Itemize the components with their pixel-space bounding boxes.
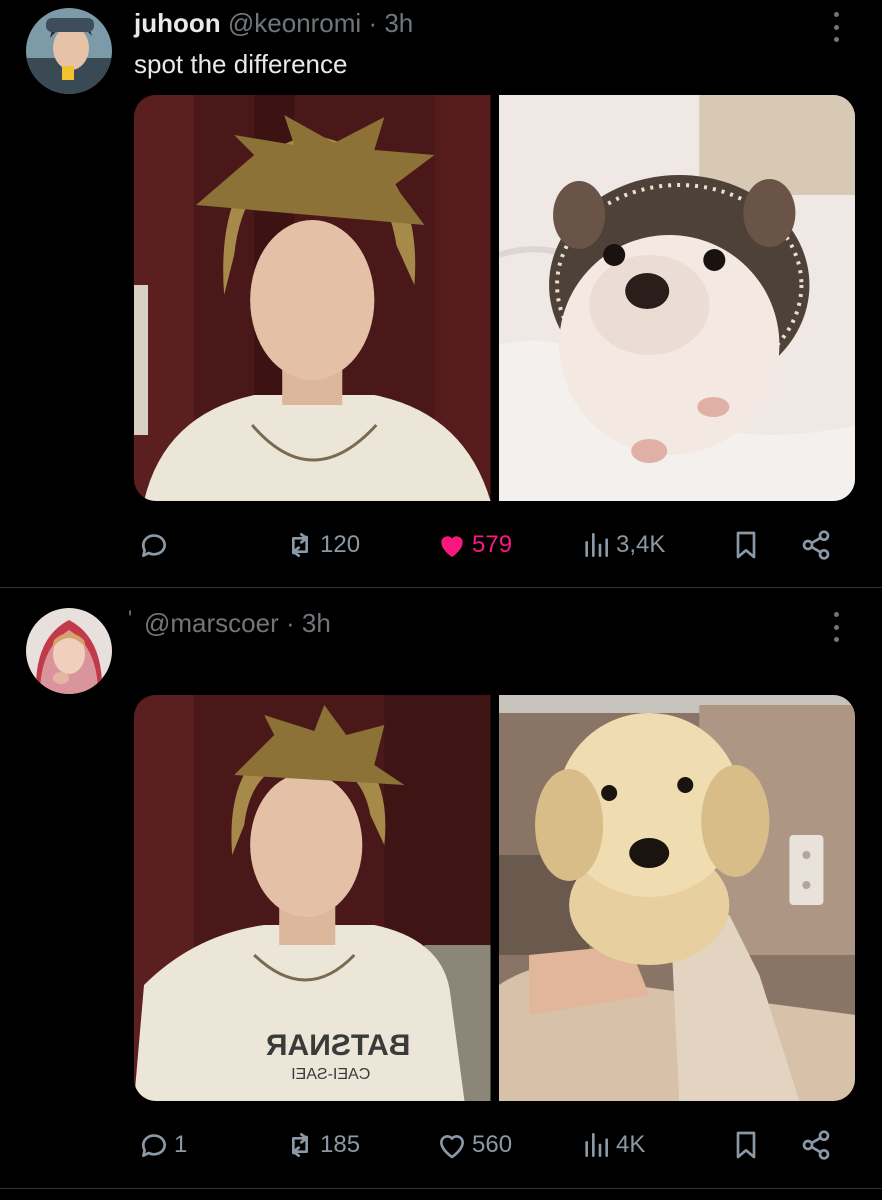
media-grid[interactable]: BATSNAR CAEI-SAEI — [134, 695, 855, 1101]
like-button[interactable]: 579 — [436, 525, 512, 565]
reply-button[interactable] — [138, 525, 174, 565]
heart-icon — [440, 1135, 464, 1159]
share-button[interactable] — [800, 1125, 832, 1165]
retweet-button[interactable]: 120 — [284, 525, 360, 565]
user-handle[interactable]: @marscoer — [144, 608, 279, 638]
media-photo-person[interactable]: BATSNAR CAEI-SAEI — [134, 695, 491, 1101]
reply-button[interactable]: 1 — [138, 1125, 187, 1165]
display-name[interactable]: juhoon — [134, 8, 221, 38]
bookmark-button[interactable] — [730, 525, 762, 565]
tweet-text: spot the difference — [134, 49, 348, 79]
share-button[interactable] — [800, 525, 832, 565]
svg-text:BATSNAR: BATSNAR — [265, 1029, 410, 1062]
view-count: 3,4K — [616, 531, 666, 558]
view-count: 4K — [616, 1131, 646, 1158]
avatar[interactable] — [26, 608, 112, 694]
action-bar: 1 185 560 4K — [134, 1125, 844, 1165]
avatar[interactable] — [26, 8, 112, 94]
user-handle[interactable]: @keonromi — [228, 8, 361, 38]
separator: · — [368, 8, 378, 38]
timestamp[interactable]: 3h — [302, 608, 331, 638]
media-photo-puppy[interactable] — [498, 695, 855, 1101]
like-button[interactable]: 560 — [436, 1125, 512, 1165]
retweet-arrows-icon — [292, 1133, 308, 1157]
tweet-header: juhoon @keonromi · 3h — [134, 8, 413, 38]
like-count: 560 — [472, 1131, 513, 1158]
handle-tick: ' — [128, 606, 133, 631]
separator: · — [285, 608, 295, 638]
tweet[interactable]: ' @marscoer · 3h BATSNAR CAEI-SAEI 1 185… — [0, 588, 882, 1188]
timestamp[interactable]: 3h — [384, 8, 413, 38]
bookmark-icon — [736, 1131, 756, 1159]
speech-bubble-icon — [141, 534, 166, 557]
more-options-icon[interactable] — [822, 612, 850, 642]
svg-text:CAEI-SAEI: CAEI-SAEI — [291, 1066, 370, 1083]
tweet[interactable]: juhoon @keonromi · 3h spot the differenc… — [0, 0, 882, 587]
speech-bubble-icon — [141, 1134, 166, 1157]
views-button[interactable]: 3,4K — [580, 525, 665, 565]
bar-chart-icon — [585, 533, 608, 557]
bookmark-button[interactable] — [730, 1125, 762, 1165]
heart-icon — [441, 536, 463, 557]
retweet-count: 120 — [320, 531, 361, 558]
tweet-divider — [0, 1188, 882, 1189]
like-count: 579 — [472, 531, 513, 558]
retweet-count: 185 — [320, 1131, 361, 1158]
views-button[interactable]: 4K — [580, 1125, 645, 1165]
retweet-arrows-icon — [292, 533, 308, 557]
bar-chart-icon — [585, 1133, 608, 1157]
media-grid[interactable] — [134, 95, 855, 501]
retweet-button[interactable]: 185 — [284, 1125, 360, 1165]
media-photo-hedgehog[interactable] — [498, 95, 855, 501]
action-bar: 120 579 3,4K — [134, 525, 844, 565]
share-nodes-icon — [802, 1130, 830, 1160]
reply-count: 1 — [174, 1131, 188, 1158]
media-photo-person[interactable] — [134, 95, 491, 501]
bookmark-icon — [736, 531, 756, 559]
more-options-icon[interactable] — [822, 12, 850, 42]
tweet-header: ' @marscoer · 3h — [128, 606, 331, 638]
share-nodes-icon — [802, 530, 830, 560]
